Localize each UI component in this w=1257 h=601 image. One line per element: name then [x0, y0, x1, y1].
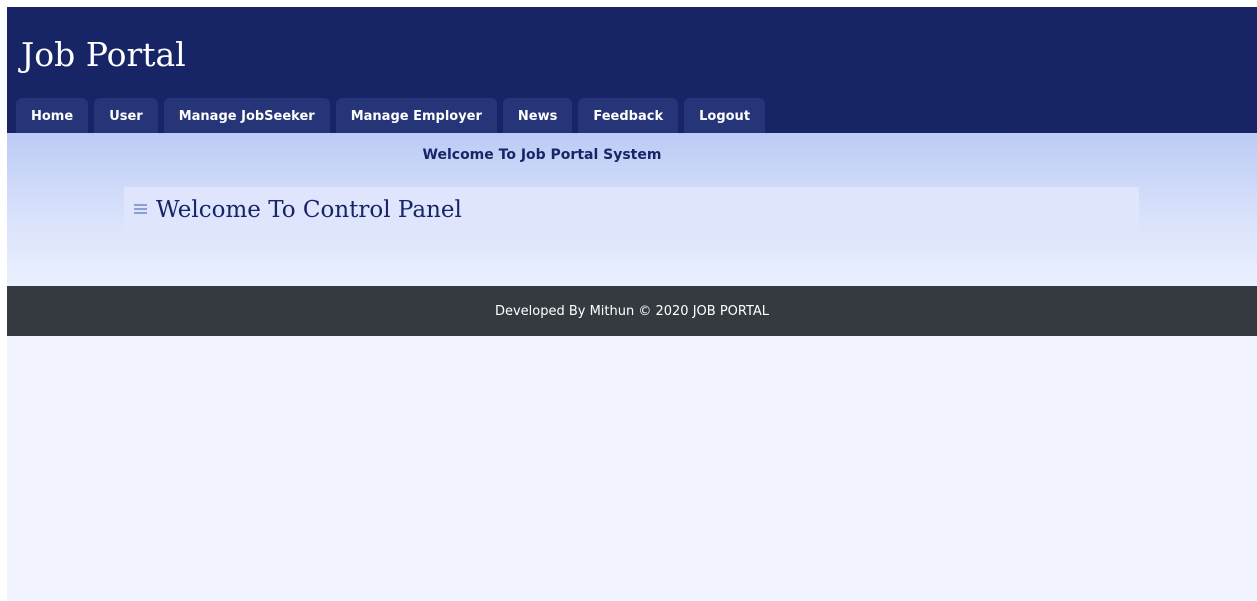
- welcome-heading: Welcome To Job Portal System: [422, 147, 662, 163]
- nav-item-logout[interactable]: Logout: [684, 98, 766, 133]
- nav-item-home[interactable]: Home: [16, 98, 89, 133]
- page: Job Portal Home User Manage JobSeeker Ma…: [7, 7, 1257, 601]
- nav-bar: Home User Manage JobSeeker Manage Employ…: [16, 98, 766, 133]
- nav-item-feedback[interactable]: Feedback: [578, 98, 679, 133]
- nav-item-user[interactable]: User: [94, 98, 158, 133]
- menu-lines-icon: [134, 204, 147, 214]
- main-content: Welcome To Job Portal System Welcome To …: [7, 133, 1257, 286]
- control-panel-box: Welcome To Control Panel: [124, 187, 1139, 232]
- control-panel-title: Welcome To Control Panel: [156, 197, 462, 223]
- header: Job Portal Home User Manage JobSeeker Ma…: [7, 7, 1257, 133]
- site-title: Job Portal: [21, 35, 186, 74]
- footer-text: Developed By Mithun © 2020 JOB PORTAL: [494, 304, 770, 319]
- nav-item-manage-jobseeker[interactable]: Manage JobSeeker: [163, 98, 330, 133]
- nav-item-manage-employer[interactable]: Manage Employer: [335, 98, 497, 133]
- nav-item-news[interactable]: News: [502, 98, 573, 133]
- footer: Developed By Mithun © 2020 JOB PORTAL: [7, 286, 1257, 336]
